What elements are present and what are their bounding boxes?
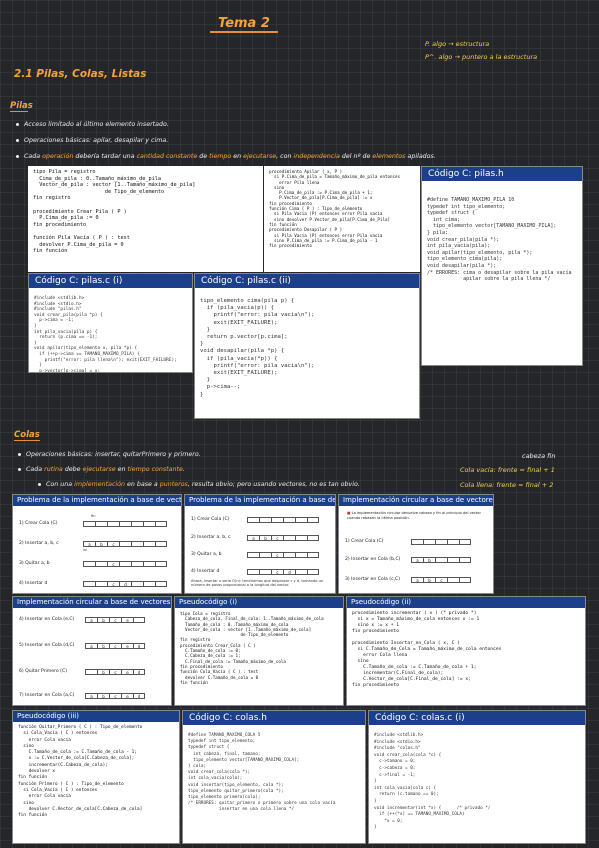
queue-cells: abc — [247, 535, 319, 541]
section-heading: 2.1 Pilas, Colas, Listas — [14, 68, 147, 80]
pilas-pseudocode-1: tipo Pila = registro Cima_de_pila : 0..T… — [28, 166, 263, 272]
bullet-acceso: Acceso limitado al último elemento inser… — [16, 121, 169, 128]
subheading-pilas: Pilas — [10, 101, 33, 111]
pseudocode-panel-2: Pseudocódigo (ii) procedimiento incremen… — [346, 596, 586, 706]
queue-cells — [411, 539, 471, 545]
pseudocode-panel-3: Pseudocódigo (iii) función Quitar_Primer… — [12, 710, 180, 844]
queue-problem-panel-1: Problema de la implementación a base de … — [12, 494, 182, 594]
subheading-colas: Colas — [14, 430, 40, 440]
queue-problem-panel-2: Problema de la implementación a base de … — [184, 494, 336, 594]
subheading-underline — [10, 111, 28, 112]
queue-cells: abced — [85, 693, 145, 699]
bullet-colas-tiempo: Cada rutina debe ejecutarse en tiempo co… — [18, 466, 185, 473]
queue-cells — [247, 517, 319, 523]
queue-cells: bced — [85, 669, 145, 675]
queue-cells: c — [83, 561, 167, 567]
p2-note: Ahora, insertar x sería O(n): tendríamos… — [191, 579, 324, 588]
note-structure: P. algo → estructura — [425, 40, 490, 48]
pilas-pseudocode-2: procedimiento Apilar ( x, P ) si P.Cima_… — [264, 166, 420, 272]
queue-cells: cd — [83, 581, 167, 587]
code-colas-c-i: Código C: colas.c (i) #include <stdlib.h… — [368, 710, 586, 844]
bullet-tiempo: Cada operación debería tardar una cantid… — [16, 153, 436, 160]
queue-cells: c — [247, 552, 319, 558]
queue-cells — [83, 521, 167, 527]
queue-cells: abc — [83, 541, 167, 547]
colas-underline — [14, 440, 40, 441]
code-pilas-c-i: Código C: pilas.c (i) #include <stdlib.h… — [28, 273, 193, 373]
page-title: Tema 2 — [218, 16, 270, 31]
side-cabeza-fin: cabeza fin — [522, 452, 556, 460]
queue-cells: abced — [85, 643, 145, 649]
code-pilas-c-ii: Código C: pilas.c (ii) tipo_elemento cim… — [194, 273, 420, 419]
side-cola-llena: Cola llena: frente = final + 2 — [460, 481, 554, 489]
bullet-colas-vectores: Con una implementación en base a puntero… — [38, 481, 360, 488]
queue-circular-panel-1: Implementación circular a base de vector… — [338, 494, 494, 594]
queue-cells: abce — [85, 617, 145, 623]
queue-cells: cd — [247, 569, 319, 575]
queue-cells: ab — [411, 557, 471, 563]
pseudocode-panel-1: Pseudocódigo (i) tipo Cola = registro Ca… — [174, 596, 344, 706]
queue-circular-panel-2: Implementación circular a base de vector… — [12, 596, 172, 706]
code-colas-h: Código C: colas.h #define TAMANO_MAXIMO_… — [182, 710, 366, 844]
side-cola-vacia: Cola vacía: frente = final + 1 — [460, 466, 555, 474]
bullet-operaciones: Operaciones básicas: apilar, desapilar y… — [16, 137, 168, 144]
bullet-colas-operaciones: Operaciones básicas: insertar, quitarPri… — [18, 451, 201, 458]
circular-bullet: ■ La implementación circular devuelve ca… — [347, 511, 481, 520]
title-underline — [210, 31, 278, 33]
queue-cells: abc — [411, 577, 471, 583]
note-pointer: P^. algo → puntero a la estructura — [425, 53, 538, 61]
code-pilas-h: Código C: pilas.h #define TAMANO_MAXIMO_… — [421, 166, 583, 366]
